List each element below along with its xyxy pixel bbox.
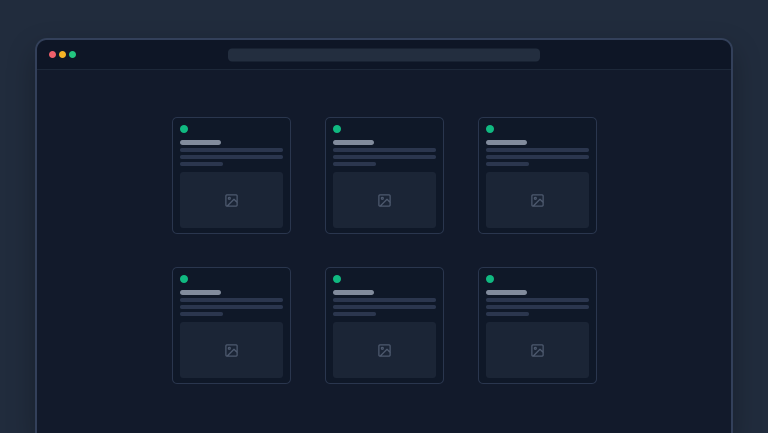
image-placeholder [333, 172, 436, 228]
minimize-button[interactable] [59, 51, 66, 58]
card[interactable] [172, 117, 291, 234]
image-icon [224, 343, 239, 358]
skeleton-title-bar [333, 140, 374, 145]
card[interactable] [478, 267, 597, 384]
skeleton-title-bar [180, 290, 221, 295]
address-bar[interactable] [228, 48, 540, 61]
card[interactable] [172, 267, 291, 384]
card-grid [172, 117, 597, 384]
skeleton-text-line [486, 298, 589, 302]
status-dot [180, 275, 188, 283]
skeleton-text-line [333, 155, 436, 159]
skeleton-text-line-short [486, 312, 529, 316]
skeleton-text-line [180, 305, 283, 309]
image-placeholder [180, 172, 283, 228]
card[interactable] [325, 117, 444, 234]
skeleton-text-line [180, 148, 283, 152]
image-icon [224, 193, 239, 208]
skeleton-text-line [486, 155, 589, 159]
skeleton-text-line [333, 148, 436, 152]
skeleton-text-line-short [333, 312, 376, 316]
image-icon [530, 193, 545, 208]
close-button[interactable] [49, 51, 56, 58]
card[interactable] [325, 267, 444, 384]
skeleton-text-line [333, 305, 436, 309]
skeleton-text-line [180, 298, 283, 302]
skeleton-text-line-short [180, 162, 223, 166]
skeleton-title-bar [333, 290, 374, 295]
skeleton-title-bar [486, 140, 527, 145]
image-placeholder [333, 322, 436, 378]
skeleton-text-line-short [180, 312, 223, 316]
skeleton-text-line-short [486, 162, 529, 166]
skeleton-text-line [486, 305, 589, 309]
traffic-lights [49, 51, 76, 58]
page-content [37, 70, 731, 384]
skeleton-title-bar [486, 290, 527, 295]
image-placeholder [486, 322, 589, 378]
skeleton-text-line [486, 148, 589, 152]
browser-window [35, 38, 733, 433]
skeleton-text-line [180, 155, 283, 159]
maximize-button[interactable] [69, 51, 76, 58]
skeleton-title-bar [180, 140, 221, 145]
skeleton-text-line [333, 298, 436, 302]
status-dot [486, 125, 494, 133]
image-placeholder [180, 322, 283, 378]
image-placeholder [486, 172, 589, 228]
status-dot [333, 125, 341, 133]
status-dot [180, 125, 188, 133]
card[interactable] [478, 117, 597, 234]
image-icon [530, 343, 545, 358]
window-titlebar [37, 40, 731, 70]
status-dot [333, 275, 341, 283]
image-icon [377, 343, 392, 358]
image-icon [377, 193, 392, 208]
status-dot [486, 275, 494, 283]
desktop-background [0, 0, 768, 432]
skeleton-text-line-short [333, 162, 376, 166]
